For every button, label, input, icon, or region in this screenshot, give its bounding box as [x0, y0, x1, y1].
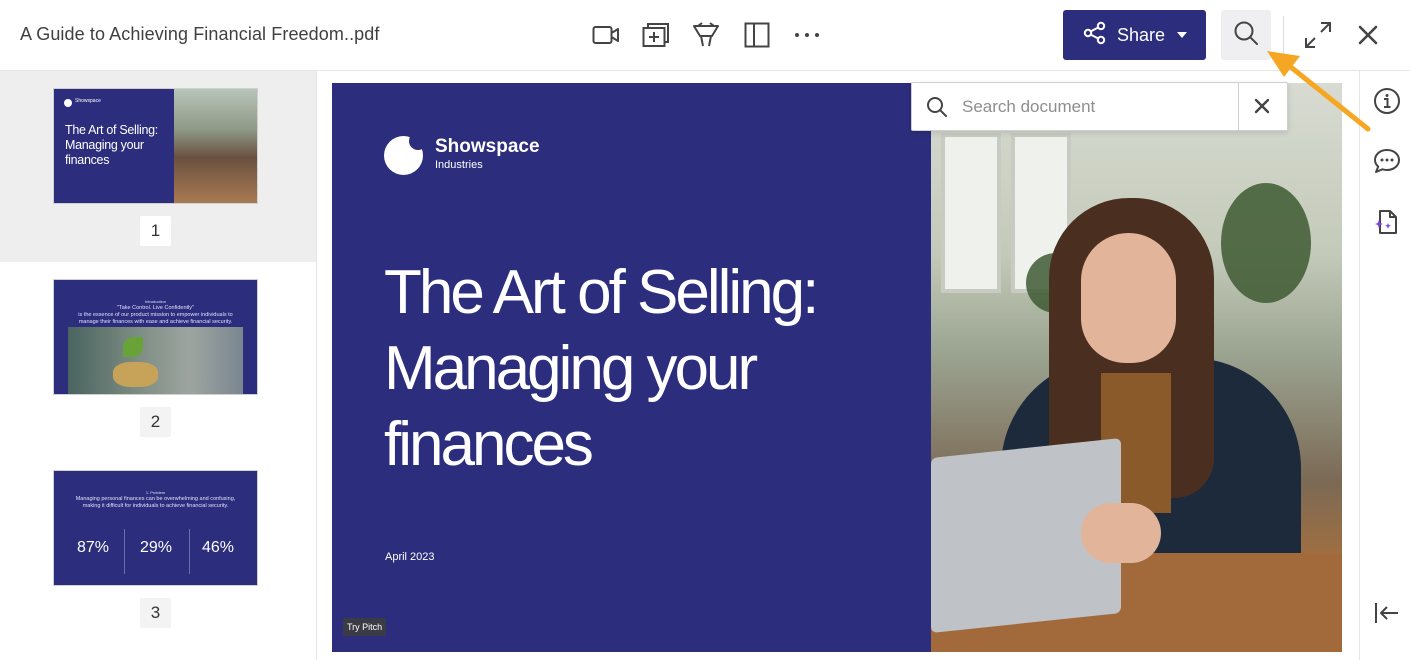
thumbnail-page-3[interactable]: 1. Problem Managing personal finances ca…: [0, 453, 316, 644]
thumbnail-photo: [174, 89, 257, 203]
close-search-icon[interactable]: [1252, 96, 1272, 121]
thumbnail-body: Managing personal finances can be overwh…: [75, 496, 236, 509]
annotate-icon[interactable]: [689, 18, 723, 52]
comment-icon[interactable]: [1373, 147, 1401, 175]
chevron-down-icon: [1177, 32, 1188, 38]
search-icon: [926, 96, 948, 123]
search-input[interactable]: [962, 91, 1232, 123]
thumbnail-kicker: Introduction: [145, 299, 166, 304]
thumbnail-kicker: 1. Problem: [145, 490, 166, 495]
ai-document-icon[interactable]: [1373, 208, 1401, 236]
slide-brand-subtitle: Industries: [435, 159, 483, 171]
share-icon: [1083, 21, 1107, 50]
person-face: [1081, 233, 1176, 363]
brand-logo-icon: [64, 99, 72, 107]
thumbnail-title: The Art of Selling: Managing your financ…: [65, 123, 158, 167]
more-icon[interactable]: [790, 18, 824, 52]
slide-photo: [931, 83, 1342, 652]
thumbnail-image: 1. Problem Managing personal finances ca…: [54, 471, 257, 585]
thumbnail-image: Showspace The Art of Selling: Managing y…: [54, 89, 257, 203]
thumbnail-quote: "Take Control. Live Confidently": [117, 305, 194, 311]
slide-page-1: Showspace Industries The Art of Selling:…: [332, 83, 1342, 652]
video-icon[interactable]: [589, 18, 623, 52]
top-toolbar: A Guide to Achieving Financial Freedom..…: [0, 0, 1410, 71]
slide-date: April 2023: [385, 551, 435, 563]
thumbnail-body: is the essence of our product mission to…: [78, 312, 233, 325]
search-toggle-button[interactable]: [1221, 10, 1271, 60]
document-title: A Guide to Achieving Financial Freedom..…: [20, 24, 380, 44]
document-viewer[interactable]: Showspace Industries The Art of Selling:…: [317, 71, 1359, 660]
search-divider: [1238, 83, 1239, 130]
thumbnail-image: Introduction "Take Control. Live Confide…: [54, 280, 257, 394]
thumbnail-text: Introduction "Take Control. Live Confide…: [54, 298, 257, 326]
slide-title-line: The Art of Selling:: [384, 258, 819, 327]
brand-logo-icon: [384, 132, 427, 175]
right-rail: [1359, 71, 1410, 660]
share-label: Share: [1117, 24, 1166, 45]
search-icon: [1233, 20, 1259, 51]
coins-shape: [113, 362, 158, 387]
add-page-icon[interactable]: [639, 18, 673, 52]
slide-brand: Showspace: [435, 136, 540, 157]
thumbnail-brand: Showspace: [75, 98, 101, 104]
slide-title-line: finances: [384, 410, 594, 479]
thumbnail-sidebar: Showspace The Art of Selling: Managing y…: [0, 71, 317, 660]
info-icon[interactable]: [1373, 87, 1401, 115]
plant-shape: [123, 337, 143, 357]
person-hand: [1081, 503, 1161, 563]
collapse-panel-icon[interactable]: [1373, 599, 1401, 627]
fullscreen-icon[interactable]: [1301, 18, 1335, 52]
pdf-viewer-app: A Guide to Achieving Financial Freedom..…: [0, 0, 1410, 660]
window-shape: [941, 133, 1001, 293]
thumbnail-page-2[interactable]: Introduction "Take Control. Live Confide…: [0, 262, 316, 453]
thumbnail-photo: [68, 327, 243, 394]
try-pitch-badge[interactable]: Try Pitch: [343, 618, 387, 636]
thumbnail-text: 1. Problem Managing personal finances ca…: [54, 489, 257, 510]
plant-shape: [1221, 183, 1311, 303]
page-number: 1: [140, 216, 171, 246]
toolbar-divider: [1283, 16, 1284, 54]
thumbnail-stat: 87%: [76, 539, 110, 556]
sidebar-toggle-icon[interactable]: [740, 18, 774, 52]
close-icon[interactable]: [1351, 18, 1385, 52]
share-button[interactable]: Share: [1063, 10, 1206, 60]
thumbnail-stat: 29%: [139, 539, 173, 556]
page-number: 3: [140, 598, 171, 628]
slide-title-line: Managing your: [384, 334, 758, 403]
page-number: 2: [140, 407, 171, 437]
search-popover: [911, 82, 1288, 131]
thumbnail-page-1[interactable]: Showspace The Art of Selling: Managing y…: [0, 71, 316, 262]
slide-title: The Art of Selling: Managing your financ…: [384, 255, 904, 483]
thumbnail-stat: 46%: [201, 539, 235, 556]
